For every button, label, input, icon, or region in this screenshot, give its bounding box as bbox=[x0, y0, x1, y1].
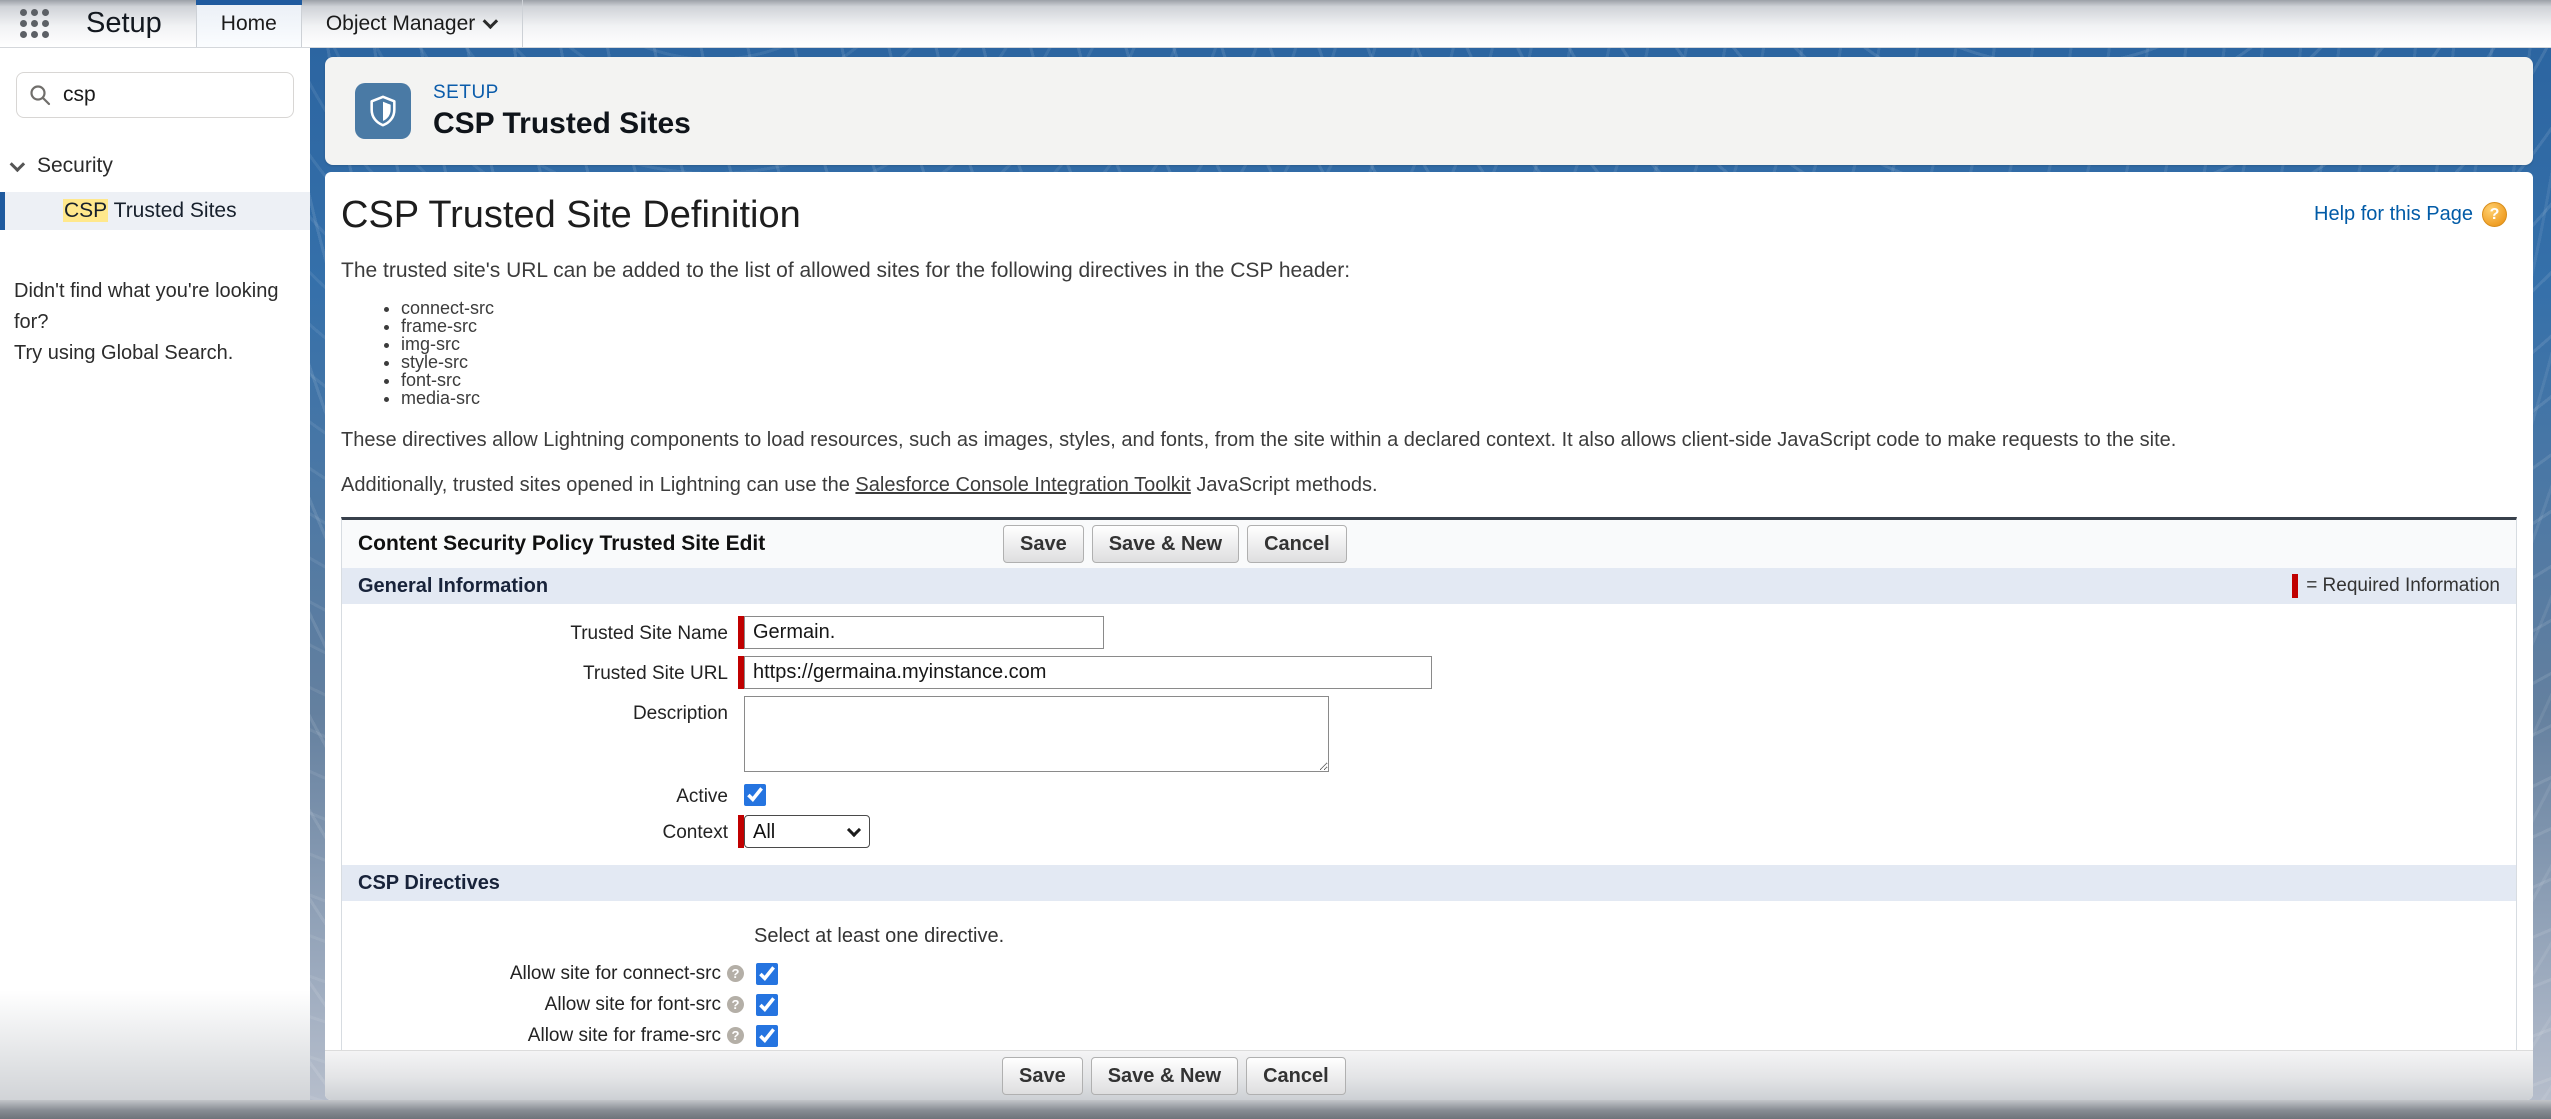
save-and-new-button[interactable]: Save & New bbox=[1091, 1057, 1238, 1095]
directive-row: Allow site for connect-src? bbox=[342, 958, 2516, 989]
directive-note: Select at least one directive. bbox=[754, 925, 2516, 948]
app-title: Setup bbox=[86, 7, 162, 40]
csp-directives-header: CSP Directives bbox=[342, 865, 2516, 901]
general-information-form: Trusted Site Name Trusted Site URL bbox=[342, 604, 2516, 865]
required-indicator bbox=[2292, 574, 2298, 598]
tab-home-label: Home bbox=[221, 12, 277, 36]
header-title: CSP Trusted Sites bbox=[433, 107, 691, 141]
general-information-header: General Information = Required Informati… bbox=[342, 568, 2516, 604]
trusted-site-url-label: Trusted Site URL bbox=[342, 656, 738, 685]
setup-sidebar: Security CSP Trusted Sites Didn't find w… bbox=[0, 48, 310, 1119]
trusted-site-url-input[interactable] bbox=[744, 656, 1432, 689]
help-icon[interactable]: ? bbox=[727, 965, 744, 982]
allow-font-src-label: Allow site for font-src bbox=[545, 994, 721, 1016]
security-shield-icon bbox=[355, 83, 411, 139]
sidebar-item-csp-trusted-sites[interactable]: CSP Trusted Sites bbox=[0, 192, 310, 230]
nav-tabs: Home Object Manager bbox=[196, 0, 523, 47]
page-header-card: SETUP CSP Trusted Sites bbox=[325, 57, 2533, 165]
chevron-down-icon bbox=[10, 156, 26, 172]
search-highlight: CSP bbox=[63, 199, 108, 222]
panel-footer: Save Save & New Cancel bbox=[325, 1050, 2533, 1100]
save-and-new-button[interactable]: Save & New bbox=[1092, 525, 1239, 563]
top-navbar: Setup Home Object Manager bbox=[0, 0, 2551, 48]
description-textarea[interactable] bbox=[744, 696, 1329, 772]
help-icon[interactable]: ? bbox=[727, 1027, 744, 1044]
allow-connect-src-label: Allow site for connect-src bbox=[510, 963, 721, 985]
intro-text: The trusted site's URL can be added to t… bbox=[341, 259, 2533, 283]
context-select[interactable]: All bbox=[744, 815, 870, 848]
allow-frame-src-checkbox[interactable] bbox=[756, 1025, 778, 1047]
help-icon[interactable]: ? bbox=[727, 996, 744, 1013]
required-information-legend: = Required Information bbox=[2292, 574, 2500, 598]
bullet-item: font-src bbox=[401, 371, 2533, 389]
trusted-site-edit-section: Content Security Policy Trusted Site Edi… bbox=[341, 517, 2517, 1100]
setup-background: SETUP CSP Trusted Sites CSP Trusted Site… bbox=[310, 48, 2551, 1119]
bullet-item: frame-src bbox=[401, 317, 2533, 335]
description-paragraph: These directives allow Lightning compone… bbox=[341, 429, 2533, 452]
top-button-row: Save Save & New Cancel bbox=[1003, 525, 1347, 563]
tab-object-manager[interactable]: Object Manager bbox=[302, 0, 523, 47]
quick-find-input[interactable] bbox=[63, 83, 281, 107]
app-launcher-icon[interactable] bbox=[20, 9, 50, 39]
main-panel: CSP Trusted Site Definition Help for thi… bbox=[325, 172, 2533, 1100]
chevron-down-icon bbox=[483, 14, 499, 30]
bottom-button-row: Save Save & New Cancel bbox=[1002, 1057, 1346, 1095]
allow-connect-src-checkbox[interactable] bbox=[756, 963, 778, 985]
save-button[interactable]: Save bbox=[1002, 1057, 1083, 1095]
directive-row: Allow site for font-src? bbox=[342, 989, 2516, 1020]
allow-font-src-checkbox[interactable] bbox=[756, 994, 778, 1016]
bullet-item: style-src bbox=[401, 353, 2533, 371]
sidebar-item-label: CSP Trusted Sites bbox=[63, 199, 237, 223]
header-eyebrow: SETUP bbox=[433, 82, 691, 104]
active-checkbox[interactable] bbox=[744, 784, 766, 806]
bullet-item: connect-src bbox=[401, 299, 2533, 317]
save-button[interactable]: Save bbox=[1003, 525, 1084, 563]
help-question-icon[interactable]: ? bbox=[2482, 202, 2507, 227]
trusted-site-name-label: Trusted Site Name bbox=[342, 616, 738, 645]
edit-section-title: Content Security Policy Trusted Site Edi… bbox=[358, 532, 765, 556]
bullet-item: media-src bbox=[401, 389, 2533, 407]
sidebar-group-label: Security bbox=[37, 154, 113, 178]
directive-row: Allow site for frame-src? bbox=[342, 1020, 2516, 1051]
directive-bullet-list: connect-src frame-src img-src style-src … bbox=[383, 299, 2533, 407]
context-label: Context bbox=[342, 815, 738, 844]
sidebar-group-security[interactable]: Security bbox=[0, 154, 310, 178]
help-for-this-page-link[interactable]: Help for this Page ? bbox=[2314, 202, 2507, 227]
page-title: CSP Trusted Site Definition bbox=[341, 194, 801, 237]
tab-object-manager-label: Object Manager bbox=[326, 12, 475, 36]
console-toolkit-link[interactable]: Salesforce Console Integration Toolkit bbox=[855, 474, 1190, 496]
sidebar-search-box[interactable] bbox=[16, 72, 294, 118]
cancel-button[interactable]: Cancel bbox=[1246, 1057, 1346, 1095]
tab-home[interactable]: Home bbox=[196, 0, 302, 47]
cancel-button[interactable]: Cancel bbox=[1247, 525, 1347, 563]
active-label: Active bbox=[342, 779, 738, 808]
search-icon bbox=[29, 84, 51, 106]
description-label: Description bbox=[342, 696, 738, 725]
sidebar-help-text: Didn't find what you're looking for? Try… bbox=[14, 276, 296, 369]
toolkit-paragraph: Additionally, trusted sites opened in Li… bbox=[341, 474, 2533, 497]
allow-frame-src-label: Allow site for frame-src bbox=[528, 1025, 721, 1047]
trusted-site-name-input[interactable] bbox=[744, 616, 1104, 649]
bottom-gradient-strip bbox=[0, 1100, 2551, 1119]
bullet-item: img-src bbox=[401, 335, 2533, 353]
